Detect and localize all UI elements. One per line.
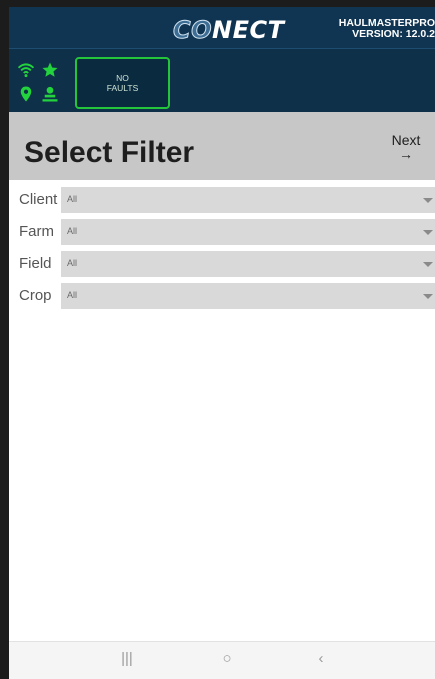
client-value: All: [67, 194, 78, 204]
fault-status-indicator[interactable]: NO FAULTS: [75, 57, 170, 109]
logo-part-nect: NECT: [212, 16, 285, 44]
location-pin-icon: [20, 86, 32, 102]
app-header: CONECT HAULMASTERPRO VERSION: 12.0.2 NO …: [9, 7, 435, 112]
brand-bar: CONECT HAULMASTERPRO VERSION: 12.0.2: [9, 7, 435, 49]
star-icon: [42, 62, 58, 77]
fault-line-2: FAULTS: [106, 83, 139, 93]
filter-row-client: Client All: [9, 187, 435, 213]
connect-logo: CONECT: [172, 16, 285, 45]
filter-label-farm: Farm: [19, 223, 54, 240]
filter-row-farm: Farm All: [9, 219, 435, 245]
next-button[interactable]: Next →: [386, 132, 426, 162]
filter-label-client: Client: [19, 191, 58, 208]
home-icon: ○: [222, 650, 232, 667]
recent-apps-button[interactable]: |||: [112, 650, 142, 672]
arrow-right-icon: →: [399, 146, 413, 162]
dropdown-arrow-icon: [423, 198, 433, 203]
fault-line-1: NO: [116, 73, 129, 83]
farm-dropdown[interactable]: All: [61, 219, 435, 245]
product-info: HAULMASTERPRO VERSION: 12.0.2: [325, 18, 435, 40]
app-screen: CONECT HAULMASTERPRO VERSION: 12.0.2 NO …: [9, 7, 435, 679]
crop-value: All: [67, 290, 78, 300]
logo-part-co: CO: [172, 16, 213, 45]
version-label: VERSION: 12.0.2: [352, 28, 435, 40]
client-dropdown[interactable]: All: [61, 187, 435, 213]
home-button[interactable]: ○: [212, 650, 242, 672]
wifi-icon: [17, 63, 35, 78]
filter-label-crop: Crop: [19, 287, 52, 304]
field-dropdown[interactable]: All: [61, 251, 435, 277]
back-button[interactable]: ‹: [306, 650, 336, 672]
back-icon: ‹: [318, 650, 324, 667]
title-bar: Select Filter Next →: [9, 112, 435, 180]
field-value: All: [67, 258, 78, 268]
recent-apps-icon: |||: [121, 650, 133, 667]
farm-value: All: [67, 226, 78, 236]
system-nav-bar: ||| ○ ‹: [9, 641, 435, 679]
filter-row-crop: Crop All: [9, 283, 435, 309]
user-icon: [42, 86, 58, 102]
filter-label-field: Field: [19, 255, 52, 272]
device-frame: CONECT HAULMASTERPRO VERSION: 12.0.2 NO …: [0, 0, 435, 679]
status-icons: [17, 61, 67, 107]
filter-list: Client All Farm All Field All Crop All: [9, 187, 435, 315]
dropdown-arrow-icon: [423, 294, 433, 299]
page-title: Select Filter: [24, 136, 195, 169]
crop-dropdown[interactable]: All: [61, 283, 435, 309]
filter-row-field: Field All: [9, 251, 435, 277]
dropdown-arrow-icon: [423, 262, 433, 267]
dropdown-arrow-icon: [423, 230, 433, 235]
